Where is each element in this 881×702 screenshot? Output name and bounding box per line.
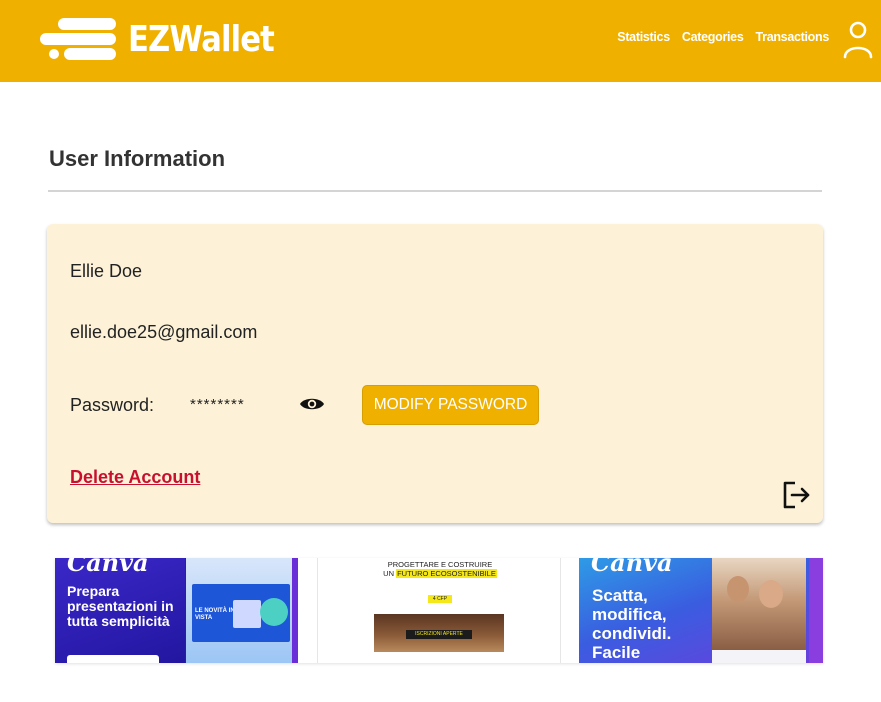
ad-headline: Prepara presentazioni in tutta semplicit… <box>67 583 174 629</box>
ad-headline: Scatta, modifica, condividi. Facile <box>592 586 672 662</box>
user-info-card: Ellie Doe ellie.doe25@gmail.com Password… <box>47 224 823 523</box>
ad-enroll-badge: ISCRIZIONI APERTE <box>406 630 472 639</box>
page-title: User Information <box>49 146 226 171</box>
ad-canva-logo: Canva <box>67 558 149 577</box>
modify-password-button[interactable]: MODIFY PASSWORD <box>362 385 539 425</box>
eye-icon[interactable] <box>299 394 325 414</box>
ad-credits-badge: 4 CFP <box>428 595 452 603</box>
ad-headline-highlight: FUTURO ECOSOSTENIBILE <box>396 569 497 578</box>
app-name: EZWallet <box>128 18 275 60</box>
main-nav: Statistics Categories Transactions <box>617 30 829 44</box>
logout-icon[interactable] <box>781 480 813 510</box>
ad-canva-photo[interactable]: Canva Scatta, modifica, condividi. Facil… <box>579 558 823 663</box>
password-value: ******** <box>190 396 245 413</box>
password-label: Password: <box>70 395 155 415</box>
ad-person-2 <box>759 580 783 608</box>
ad-teal-shape <box>260 598 288 626</box>
ad-ui-strip <box>712 650 806 663</box>
ad-sustainable-future[interactable]: PROGETTARE E COSTRUIRE UN FUTURO ECOSOST… <box>317 558 561 663</box>
ad-canva-logo: Canva <box>591 558 673 577</box>
user-icon[interactable] <box>843 20 873 60</box>
ad-edge <box>292 558 298 663</box>
ad-canva-presentations[interactable]: LE NOVITÀ IN VISTA Canva Prepara present… <box>55 558 298 663</box>
ad-headline: PROGETTARE E COSTRUIRE UN FUTURO ECOSOST… <box>318 560 560 578</box>
ad-person-1 <box>727 576 749 602</box>
delete-account-link[interactable]: Delete Account <box>70 467 200 488</box>
ad-headline-line-1: PROGETTARE E COSTRUIRE <box>387 560 493 569</box>
title-divider <box>48 190 822 192</box>
ad-headline-prefix: UN <box>383 569 397 578</box>
nav-item-categories[interactable]: Categories <box>682 30 744 44</box>
ad-cta-pill <box>67 655 159 663</box>
ad-photo <box>712 558 806 650</box>
ad-edge <box>809 558 823 663</box>
ad-banner-strip: LE NOVITÀ IN VISTA Canva Prepara present… <box>55 558 823 663</box>
top-bar: EZWallet Statistics Categories Transacti… <box>0 0 881 82</box>
nav-item-statistics[interactable]: Statistics <box>617 30 670 44</box>
app-logo[interactable]: EZWallet <box>40 14 300 64</box>
ad-slide-thumb <box>233 600 261 628</box>
user-name: Ellie Doe <box>70 261 143 281</box>
nav-item-transactions[interactable]: Transactions <box>755 30 829 44</box>
user-email: ellie.doe25@gmail.com <box>70 322 258 342</box>
wallet-logo-icon <box>40 18 116 60</box>
